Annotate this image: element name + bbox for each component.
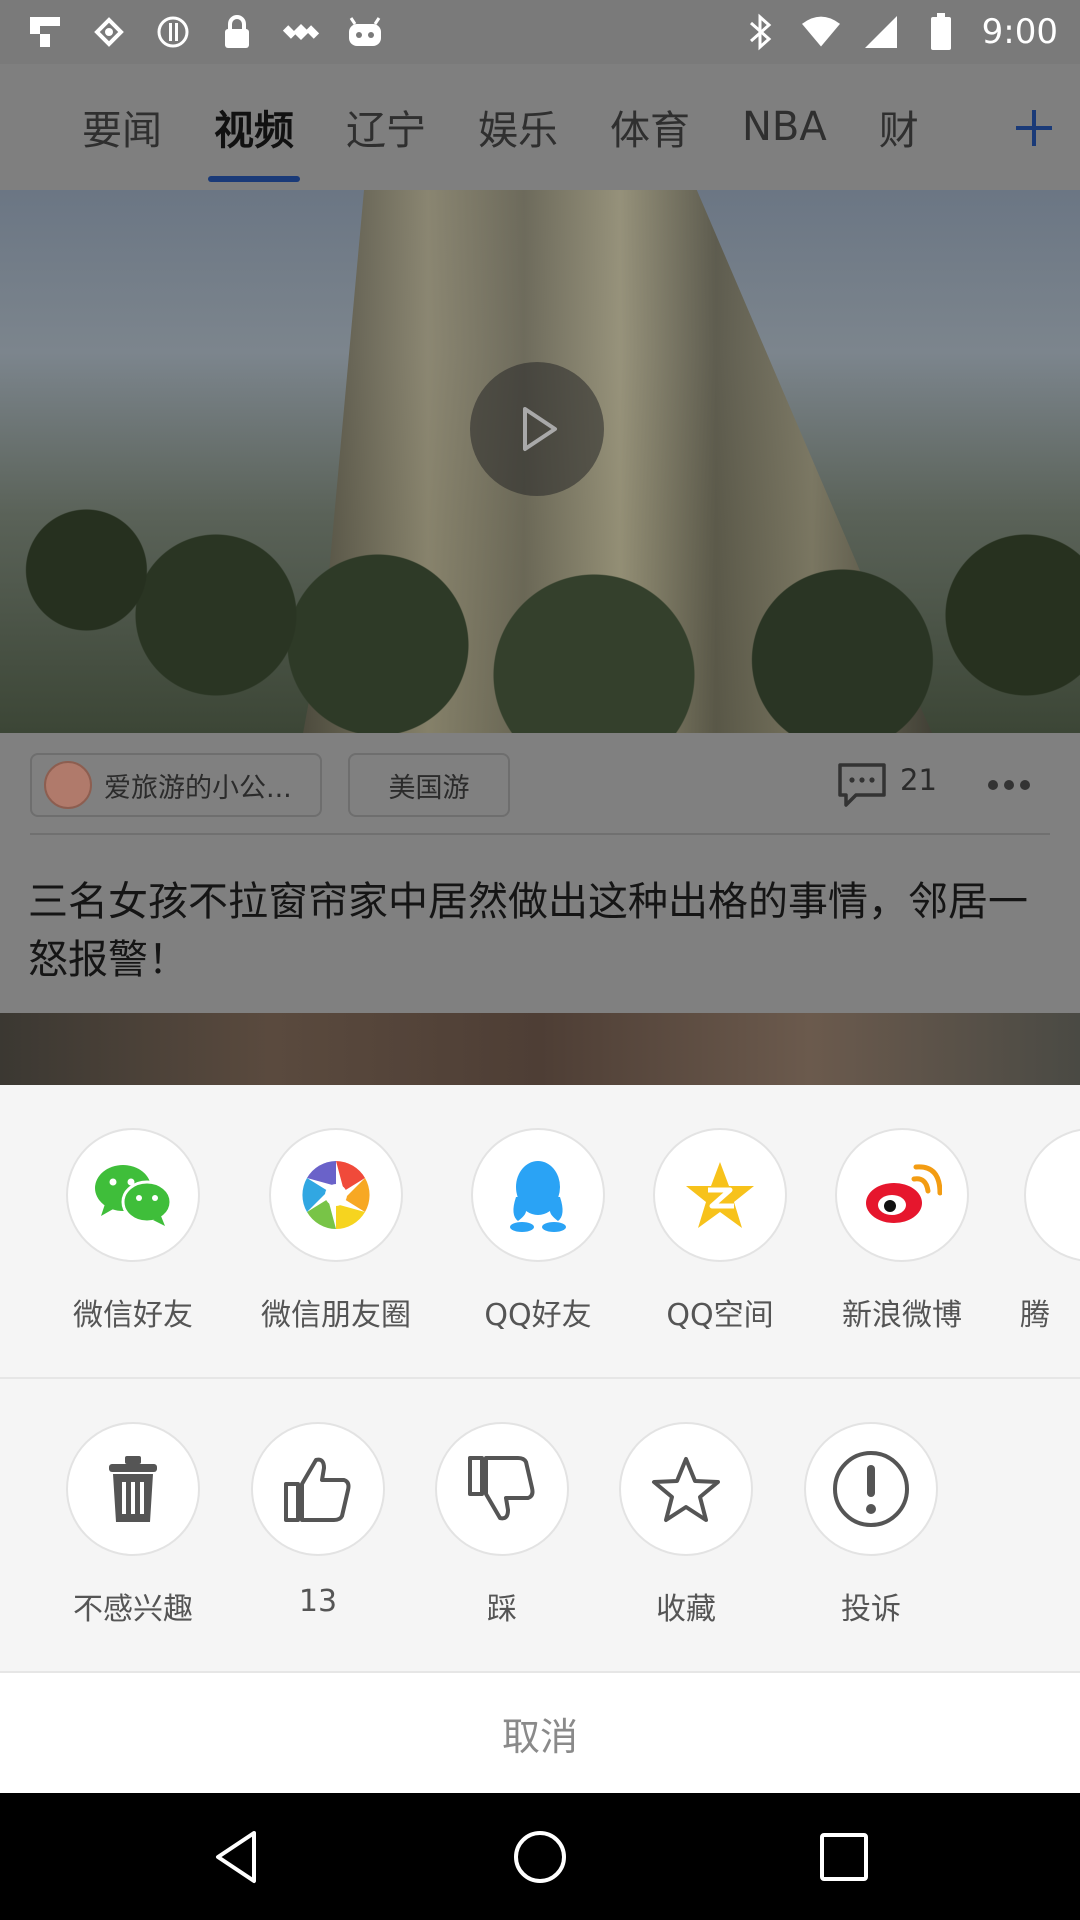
- share-label: QQ空间: [666, 1298, 774, 1333]
- thumbs-up-icon: [251, 1422, 385, 1556]
- dislike-button[interactable]: 踩: [412, 1422, 592, 1628]
- status-bar: 9:00: [0, 0, 1080, 64]
- location-satellite-icon: [282, 13, 320, 51]
- thumbs-down-icon: [435, 1422, 569, 1556]
- video-title[interactable]: 三名女孩不拉窗帘家中居然做出这种出格的事情，邻居一怒报警！: [0, 835, 1080, 1013]
- video-thumbnail[interactable]: [0, 190, 1080, 733]
- recents-icon[interactable]: [814, 1827, 874, 1887]
- comment-count: 21: [900, 763, 937, 797]
- plus-icon[interactable]: [1010, 104, 1058, 152]
- android-bot-icon: [346, 13, 384, 51]
- qq-icon: [471, 1128, 605, 1262]
- tab-video[interactable]: 视频: [188, 64, 320, 190]
- like-button[interactable]: 13: [228, 1422, 408, 1619]
- tab-yaowen[interactable]: 要闻: [56, 64, 188, 190]
- avatar: [44, 761, 92, 809]
- tab-nba[interactable]: NBA: [716, 64, 853, 190]
- channel-tab-bar: 要闻 视频 辽宁 娱乐 体育 NBA 财: [0, 64, 1080, 190]
- trash-icon: [66, 1422, 200, 1556]
- tab-liaoning[interactable]: 辽宁: [320, 64, 452, 190]
- topic-tag[interactable]: 美国游: [348, 753, 510, 817]
- report-icon: [804, 1422, 938, 1556]
- signal-icon: [862, 13, 900, 51]
- share-tencent[interactable]: 腾: [1000, 1128, 1080, 1334]
- flipboard-icon: [26, 13, 64, 51]
- battery-icon: [922, 13, 960, 51]
- share-label: 微信朋友圈: [261, 1298, 411, 1333]
- system-nav-bar: [0, 1793, 1080, 1920]
- next-video-thumbnail[interactable]: [0, 1013, 1080, 1085]
- wechat-moments-icon: [269, 1128, 403, 1262]
- author-name: 爱旅游的小公...: [104, 772, 292, 804]
- like-count: 13: [298, 1584, 338, 1619]
- status-time: 9:00: [981, 12, 1058, 52]
- star-icon: [619, 1422, 753, 1556]
- share-wechat-moments[interactable]: 微信朋友圈: [246, 1128, 426, 1334]
- play-icon[interactable]: [470, 362, 604, 496]
- action-row: 不感兴趣 13 踩 收藏 投诉: [0, 1379, 1080, 1673]
- comment-icon[interactable]: [836, 761, 888, 809]
- weibo-icon: [835, 1128, 969, 1262]
- share-target-row: 微信好友 微信朋友圈 QQ好友 QQ空间 新浪微博 腾: [0, 1085, 1080, 1377]
- share-label: 微信好友: [73, 1298, 193, 1333]
- action-label: 投诉: [841, 1592, 901, 1627]
- video-meta-row: 爱旅游的小公... 美国游 21: [0, 733, 1080, 835]
- share-sheet: 微信好友 微信朋友圈 QQ好友 QQ空间 新浪微博 腾 不感兴趣 13 踩 收藏…: [0, 1085, 1080, 1793]
- android-toast-icon: [90, 13, 128, 51]
- favorite-button[interactable]: 收藏: [596, 1422, 776, 1628]
- action-label: 踩: [487, 1592, 517, 1627]
- tab-sports[interactable]: 体育: [584, 64, 716, 190]
- cancel-button[interactable]: 取消: [0, 1673, 1080, 1793]
- action-label: 收藏: [656, 1592, 716, 1627]
- author-chip[interactable]: 爱旅游的小公...: [30, 753, 322, 817]
- share-weibo[interactable]: 新浪微博: [812, 1128, 992, 1334]
- back-icon[interactable]: [208, 1827, 268, 1887]
- tab-finance[interactable]: 财: [853, 64, 945, 190]
- not-interested-button[interactable]: 不感兴趣: [43, 1422, 223, 1628]
- home-icon[interactable]: [510, 1827, 570, 1887]
- more-icon[interactable]: [986, 777, 1032, 791]
- report-button[interactable]: 投诉: [781, 1422, 961, 1628]
- share-qzone[interactable]: QQ空间: [630, 1128, 810, 1334]
- share-label: 新浪微博: [842, 1298, 962, 1333]
- share-label: 腾: [1020, 1298, 1050, 1333]
- tab-entertainment[interactable]: 娱乐: [452, 64, 584, 190]
- qzone-icon: [653, 1128, 787, 1262]
- tencent-icon: [1024, 1128, 1080, 1262]
- wechat-icon: [66, 1128, 200, 1262]
- share-wechat-friend[interactable]: 微信好友: [43, 1128, 223, 1334]
- share-qq-friend[interactable]: QQ好友: [448, 1128, 628, 1334]
- data-saver-icon: [154, 13, 192, 51]
- share-label: QQ好友: [484, 1298, 592, 1333]
- lock-icon: [218, 13, 256, 51]
- action-label: 不感兴趣: [73, 1592, 193, 1627]
- bluetooth-icon: [742, 13, 780, 51]
- wifi-icon: [801, 13, 840, 51]
